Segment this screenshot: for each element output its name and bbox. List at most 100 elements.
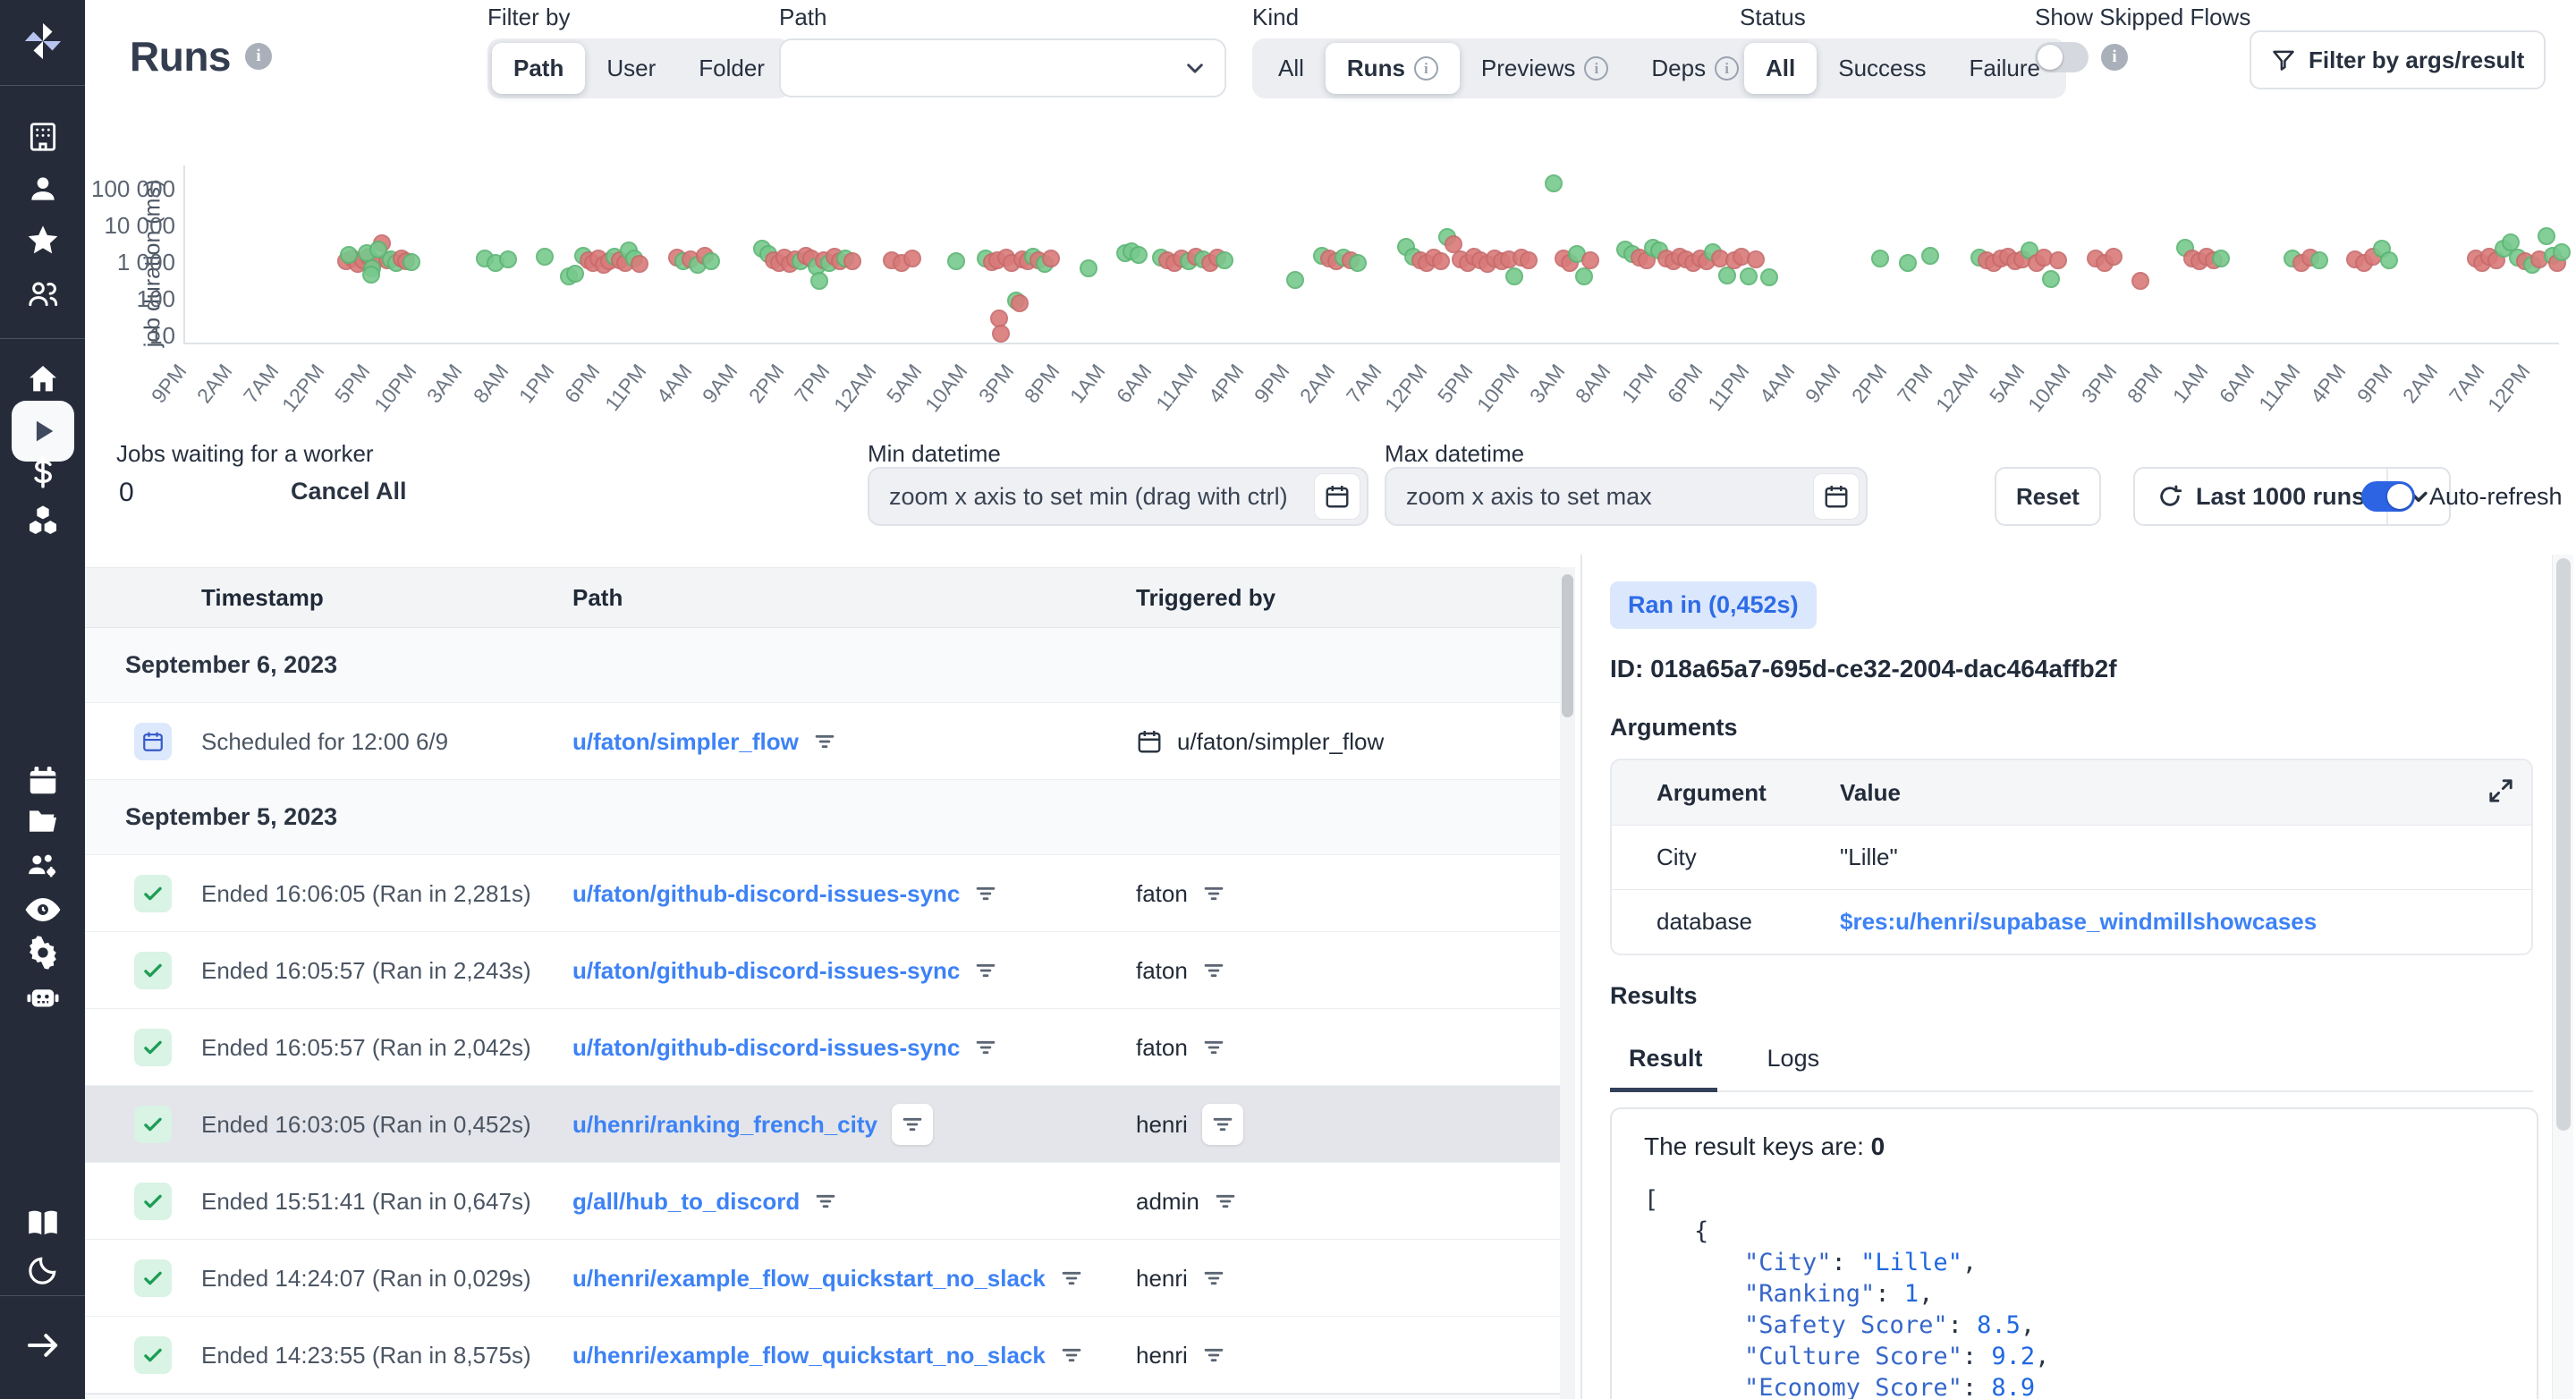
triggered-by-filter-button[interactable]	[1202, 1104, 1243, 1145]
runs-info-icon[interactable]: i	[245, 43, 272, 70]
sidebar-item-workspace[interactable]	[0, 115, 85, 158]
path-filter-button[interactable]	[974, 959, 997, 982]
success-run-dot[interactable]	[1760, 268, 1778, 286]
run-row[interactable]: Ended 15:51:41 (Ran in 0,647s)g/all/hub_…	[85, 1163, 1560, 1240]
run-row[interactable]: Ended 14:24:07 (Ran in 0,029s)u/henri/ex…	[85, 1240, 1560, 1317]
sidebar-item-billing[interactable]	[0, 451, 85, 494]
triggered-by-filter-button[interactable]	[1202, 1267, 1225, 1290]
filter-lines-icon[interactable]	[1060, 1267, 1083, 1290]
path-filter-button[interactable]	[892, 1104, 933, 1145]
table-scrollbar[interactable]	[1560, 567, 1575, 1399]
run-row[interactable]: Ended 14:23:55 (Ran in 8,575s)u/henri/ex…	[85, 1317, 1560, 1394]
filter-lines-icon[interactable]	[1202, 1344, 1225, 1367]
success-run-dot[interactable]	[947, 252, 965, 270]
sidebar-item-group-settings[interactable]	[0, 844, 85, 887]
success-run-dot[interactable]	[1740, 267, 1758, 285]
triggered-by-filter-button[interactable]	[1202, 1036, 1225, 1059]
sidebar-item-folders[interactable]	[0, 800, 85, 843]
previews-info-icon[interactable]: i	[1584, 56, 1608, 81]
filter-lines-icon[interactable]	[1202, 882, 1225, 905]
status-option-all[interactable]: All	[1744, 43, 1817, 94]
filter-lines-icon[interactable]	[1202, 959, 1225, 982]
tab-result[interactable]: Result	[1623, 1038, 1708, 1090]
max-datetime-calendar-button[interactable]	[1813, 473, 1860, 520]
status-option-success[interactable]: Success	[1817, 43, 1947, 94]
sidebar-collapse-arrow-icon[interactable]	[0, 1324, 85, 1367]
failure-run-dot[interactable]	[1011, 294, 1029, 312]
table-scrollbar-thumb[interactable]	[1562, 574, 1573, 717]
sidebar-item-user-groups[interactable]	[0, 273, 85, 316]
sidebar-item-workers[interactable]	[0, 976, 85, 1019]
tab-logs[interactable]: Logs	[1762, 1038, 1826, 1090]
panel-scrollbar-thumb[interactable]	[2556, 558, 2571, 1131]
runs-kind-info-icon[interactable]: i	[1414, 56, 1438, 81]
filter-lines-icon[interactable]	[1202, 1036, 1225, 1059]
run-row[interactable]: Ended 16:03:05 (Ran in 0,452s)u/henri/ra…	[85, 1086, 1560, 1163]
run-row[interactable]: Scheduled for 12:00 6/9u/faton/simpler_f…	[85, 703, 1560, 780]
success-run-dot[interactable]	[362, 266, 380, 284]
success-run-dot[interactable]	[2380, 251, 2398, 269]
failure-run-dot[interactable]	[2105, 248, 2123, 266]
success-run-dot[interactable]	[1349, 254, 1367, 272]
failure-run-dot[interactable]	[1520, 251, 1538, 269]
filter-lines-icon[interactable]	[901, 1113, 924, 1136]
triggered-by-filter-button[interactable]	[1202, 1344, 1225, 1367]
path-filter-button[interactable]	[974, 1036, 997, 1059]
filter-lines-icon[interactable]	[1214, 1190, 1237, 1213]
success-run-dot[interactable]	[1718, 267, 1736, 284]
success-run-dot[interactable]	[1286, 271, 1304, 289]
run-row[interactable]: Ended 16:06:05 (Ran in 2,281s)u/faton/gi…	[85, 855, 1560, 932]
sidebar-item-star[interactable]	[0, 219, 85, 262]
success-run-dot[interactable]	[1575, 267, 1593, 285]
expand-icon[interactable]	[2487, 776, 2515, 811]
run-path-link[interactable]: u/faton/github-discord-issues-sync	[572, 1034, 960, 1062]
filter-lines-icon[interactable]	[1060, 1344, 1083, 1367]
success-run-dot[interactable]	[810, 272, 828, 290]
success-run-dot[interactable]	[702, 252, 720, 270]
sidebar-item-resources[interactable]	[0, 499, 85, 542]
success-run-dot[interactable]	[340, 246, 358, 264]
kind-option-runs[interactable]: Runsi	[1326, 43, 1460, 94]
reset-button[interactable]: Reset	[1995, 467, 2101, 526]
cancel-all-button[interactable]: Cancel All	[291, 478, 407, 505]
run-path-link[interactable]: u/faton/simpler_flow	[572, 728, 799, 756]
windmill-logo-icon[interactable]	[0, 20, 85, 63]
max-datetime-input[interactable]: zoom x axis to set max	[1385, 467, 1868, 526]
success-run-dot[interactable]	[2553, 243, 2571, 261]
success-run-dot[interactable]	[2212, 250, 2230, 267]
failure-run-dot[interactable]	[1042, 250, 1060, 267]
run-row[interactable]: Ended 16:05:57 (Ran in 2,042s)u/faton/gi…	[85, 1009, 1560, 1086]
show-skipped-info-icon[interactable]: i	[2101, 44, 2128, 71]
success-run-dot[interactable]	[1545, 174, 1563, 192]
success-run-dot[interactable]	[536, 248, 554, 266]
success-run-dot[interactable]	[499, 250, 517, 268]
sidebar-item-settings[interactable]	[0, 931, 85, 974]
filter-lines-icon[interactable]	[813, 730, 836, 753]
run-path-link[interactable]: u/faton/github-discord-issues-sync	[572, 957, 960, 985]
success-run-dot[interactable]	[1921, 247, 1939, 265]
run-path-link[interactable]: u/henri/example_flow_quickstart_no_slack	[572, 1265, 1046, 1293]
triggered-by-filter-button[interactable]	[1202, 882, 1225, 905]
filter-by-option-folder[interactable]: Folder	[677, 43, 786, 94]
min-datetime-calendar-button[interactable]	[1314, 473, 1360, 520]
success-run-dot[interactable]	[402, 253, 420, 271]
path-filter-button[interactable]	[1060, 1344, 1083, 1367]
auto-refresh-toggle[interactable]	[2361, 481, 2415, 512]
filter-lines-icon[interactable]	[974, 1036, 997, 1059]
filter-lines-icon[interactable]	[1211, 1113, 1234, 1136]
filter-lines-icon[interactable]	[974, 882, 997, 905]
success-run-dot[interactable]	[566, 265, 584, 283]
filter-by-args-result-button[interactable]: Filter by args/result	[2250, 30, 2546, 89]
failure-run-dot[interactable]	[843, 252, 861, 270]
run-row[interactable]: Ended 16:05:57 (Ran in 2,243s)u/faton/gi…	[85, 932, 1560, 1009]
success-run-dot[interactable]	[1216, 251, 1233, 269]
success-run-dot[interactable]	[1505, 267, 1523, 285]
filter-by-option-path[interactable]: Path	[492, 43, 585, 94]
triggered-by-filter-button[interactable]	[1202, 959, 1225, 982]
panel-scrollbar[interactable]	[2552, 555, 2573, 1399]
failure-run-dot[interactable]	[2049, 251, 2067, 269]
sidebar-item-home[interactable]	[0, 358, 85, 401]
path-filter-button[interactable]	[813, 730, 836, 753]
run-path-link[interactable]: u/faton/github-discord-issues-sync	[572, 880, 960, 908]
success-run-dot[interactable]	[2310, 251, 2328, 269]
